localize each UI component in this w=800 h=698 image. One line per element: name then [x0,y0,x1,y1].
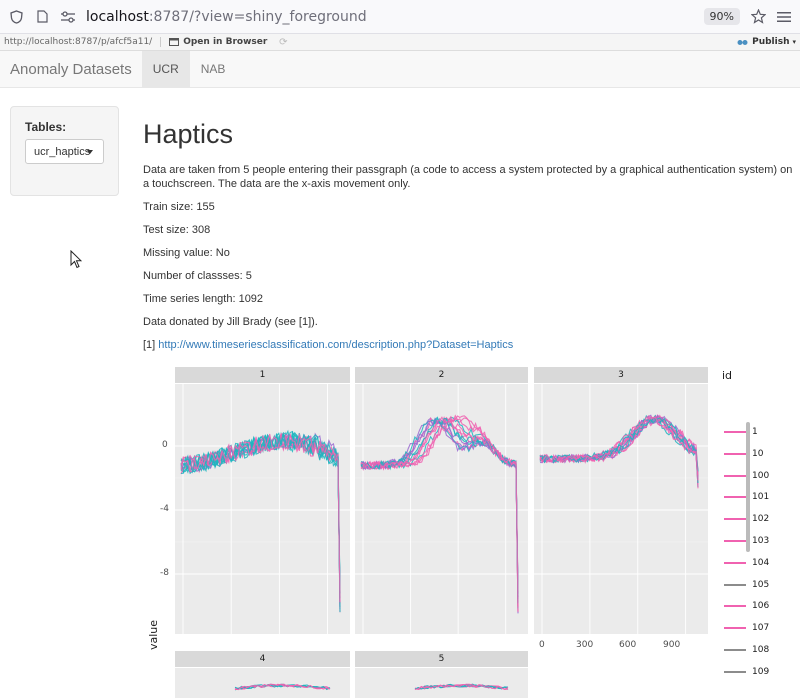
legend-item: 108 [724,645,769,655]
x-tick-label: 0 [539,640,545,650]
reference-link[interactable]: http://www.timeseriesclassification.com/… [158,339,513,351]
window-icon [169,38,180,46]
publish-button[interactable]: Publish ▾ [737,37,796,47]
legend-swatch [724,431,746,433]
legend-swatch [724,649,746,651]
legend-label: 10 [752,448,764,459]
x-tick-label: 600 [619,640,637,650]
legend-label: 101 [752,492,770,503]
legend-item: 109 [724,667,769,677]
y-tick-label: -4 [160,504,169,514]
caret-down-icon [87,150,93,154]
reference-prefix: [1] [143,339,159,351]
publish-label: Publish [752,37,790,47]
tables-select-value: ucr_haptics [34,145,91,158]
legend-item: 1 [724,427,758,437]
x-tick-label: 900 [663,640,681,650]
legend-label: 108 [752,645,770,655]
legend-item: 107 [724,623,769,633]
legend-swatch [724,605,746,608]
legend-swatch [724,452,746,455]
y-tick-label: -8 [160,568,169,578]
legend-item: 106 [724,601,769,611]
legend-swatch [724,670,746,673]
legend-title: id [722,369,733,382]
legend-item: 10 [724,449,763,459]
url-field[interactable]: localhost:8787/?view=shiny_foreground [86,4,694,30]
ts-length: Time series length: 1092 [143,293,264,305]
shield-icon[interactable] [8,9,24,25]
permissions-icon[interactable] [60,9,76,25]
legend-label: 100 [752,470,770,481]
menu-icon[interactable] [776,9,792,25]
url-host: localhost [86,8,149,25]
faceted-line-plot: 1 2 3 4 5 0 -4 -8 0 300 600 900 value id… [140,360,800,698]
legend-label: 102 [752,514,770,525]
legend-label: 106 [752,601,770,612]
viewer-address: http://localhost:8787/p/afcf5a11/ [4,37,162,47]
test-size: Test size: 308 [143,224,211,236]
app-brand[interactable]: Anomaly Datasets [0,51,142,87]
viewer-toolbar: http://localhost:8787/p/afcf5a11/ Open i… [0,34,800,51]
legend-swatch [724,518,746,521]
chevron-down-icon: ▾ [792,38,796,46]
y-tick-label: 0 [162,440,168,450]
legend-swatch [724,474,746,477]
app-navbar: Anomaly Datasets UCR NAB [0,51,800,88]
num-classes: Number of classses: 5 [143,270,252,282]
refresh-icon[interactable]: ⟳ [275,34,291,50]
browser-toolbar: localhost:8787/?view=shiny_foreground 90… [0,0,800,34]
dataset-description: Data are taken from 5 people entering th… [143,164,793,190]
url-path: :8787/?view=shiny_foreground [148,8,367,25]
legend-swatch [724,583,746,586]
legend-label: 105 [752,579,770,590]
mouse-cursor-icon [70,250,82,269]
series-line [360,414,519,612]
tab-ucr[interactable]: UCR [141,51,190,87]
legend-swatch [724,561,746,564]
series-line [360,415,519,593]
series-line [360,417,519,598]
series-line [180,432,341,603]
legend-scrollbar[interactable] [746,422,750,552]
open-in-browser-button[interactable]: Open in Browser [161,37,275,47]
publish-icon [737,39,748,45]
train-size: Train size: 155 [143,201,215,213]
series-line [360,417,519,593]
legend-label: 104 [752,557,770,568]
legend-swatch [724,496,746,499]
main-panel: Haptics Data are taken from 5 people ent… [143,106,793,361]
tab-nab[interactable]: NAB [190,51,237,87]
sidebar-panel: Tables: ucr_haptics [10,106,119,196]
x-tick-label: 300 [576,640,594,650]
zoom-badge[interactable]: 90% [703,8,740,25]
tables-select[interactable]: ucr_haptics [25,139,104,164]
legend-item: 105 [724,580,769,590]
y-axis-label: value [147,619,160,650]
legend-label: 107 [752,623,770,634]
tables-label: Tables: [25,120,67,134]
page-title: Haptics [143,119,234,149]
legend-swatch [724,627,746,630]
page-icon [34,9,50,25]
donated-by: Data donated by Jill Brady (see [1]). [143,316,318,328]
open-in-browser-label: Open in Browser [183,37,268,47]
legend-swatch [724,540,746,542]
legend-item: 104 [724,558,769,568]
legend-label: 1 [752,427,758,437]
reference: [1] http://www.timeseriesclassification.… [143,338,793,352]
legend-label: 103 [752,536,770,546]
bookmark-star-icon[interactable] [750,9,766,25]
legend-label: 109 [752,666,770,677]
plot-lines [175,384,708,691]
missing-value: Missing value: No [143,247,230,259]
